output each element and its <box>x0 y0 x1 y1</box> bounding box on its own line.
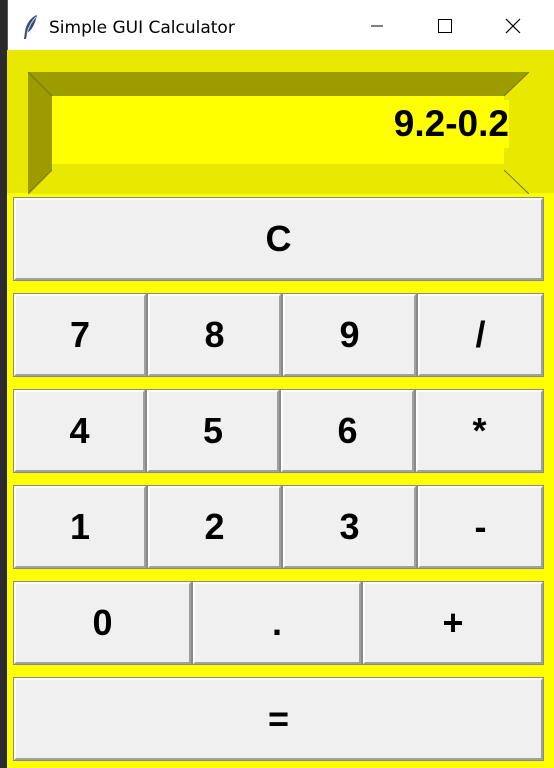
window-title: Simple GUI Calculator <box>49 18 235 38</box>
key-0-button[interactable]: 0 <box>13 581 192 665</box>
key-7-button[interactable]: 7 <box>13 293 147 377</box>
decimal-button[interactable]: . <box>192 581 362 665</box>
divide-button[interactable]: / <box>417 293 544 377</box>
key-6-button[interactable]: 6 <box>280 389 415 473</box>
add-button[interactable]: + <box>362 581 544 665</box>
subtract-button[interactable]: - <box>417 485 544 569</box>
calculator-window: Simple GUI Calculator 9.2-0.2 C 7 8 9 / … <box>7 0 554 768</box>
display-value: 9.2-0.2 <box>393 100 509 148</box>
title-bar[interactable]: Simple GUI Calculator <box>7 0 554 56</box>
key-3-button[interactable]: 3 <box>282 485 417 569</box>
equals-button[interactable]: = <box>13 677 544 761</box>
multiply-button[interactable]: * <box>415 389 544 473</box>
key-2-button[interactable]: 2 <box>147 485 282 569</box>
close-button[interactable] <box>479 0 547 56</box>
feather-icon <box>22 14 40 40</box>
minimize-button[interactable] <box>343 0 411 56</box>
key-8-button[interactable]: 8 <box>147 293 282 377</box>
key-9-button[interactable]: 9 <box>282 293 417 377</box>
minimize-icon <box>370 19 384 38</box>
display-frame: 9.2-0.2 <box>7 50 554 194</box>
key-4-button[interactable]: 4 <box>13 389 146 473</box>
key-5-button[interactable]: 5 <box>146 389 280 473</box>
clear-button[interactable]: C <box>13 197 544 281</box>
close-icon <box>505 18 521 39</box>
maximize-button[interactable] <box>411 0 479 56</box>
key-1-button[interactable]: 1 <box>13 485 147 569</box>
maximize-icon <box>438 18 452 38</box>
